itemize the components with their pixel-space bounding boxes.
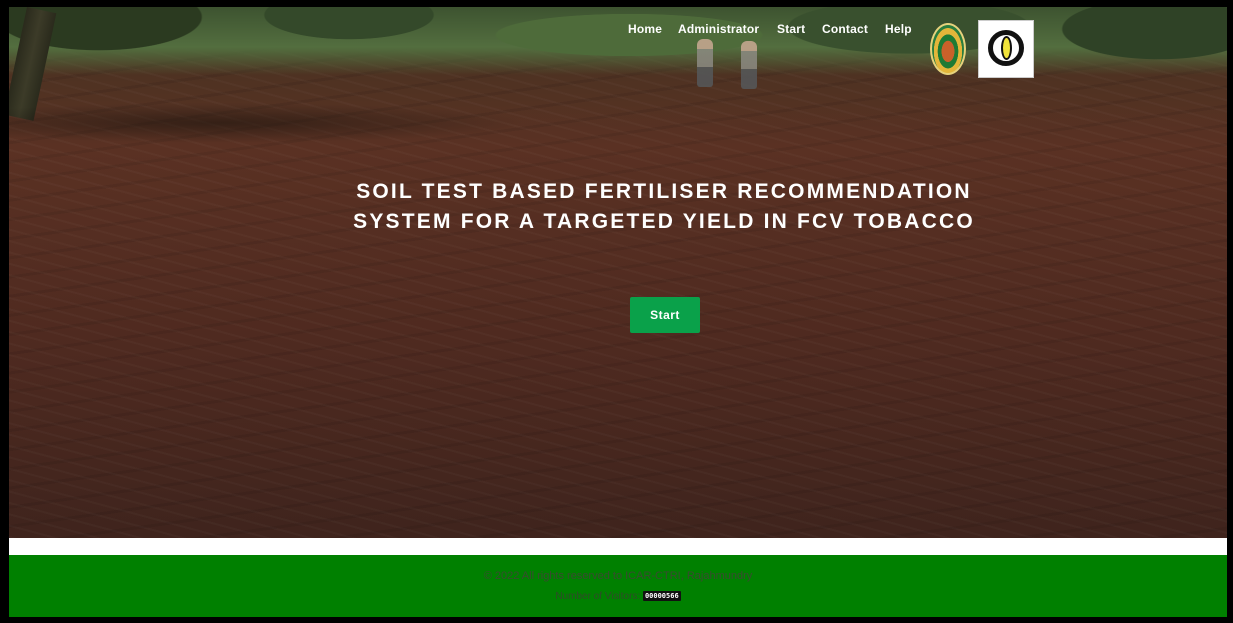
visitor-count-badge: 00000566 <box>642 591 681 602</box>
page-title-line-2: SYSTEM FOR A TARGETED YIELD IN FCV TOBAC… <box>353 210 975 233</box>
tobacco-leaf-icon <box>1001 36 1012 60</box>
top-navigation: Home Administrator Start Contact Help <box>9 21 1227 45</box>
copyright-text: © 2022 All rights reserved to ICAR-CTRI,… <box>483 570 753 582</box>
background-person <box>741 41 757 89</box>
hero-section: Home Administrator Start Contact Help SO… <box>9 7 1227 538</box>
background-tree-shadow <box>9 103 529 143</box>
page-frame: Home Administrator Start Contact Help SO… <box>9 7 1227 617</box>
nav-home-link[interactable]: Home <box>628 21 662 37</box>
visitor-counter-row: Number of Visitors: 00000566 <box>9 591 1227 602</box>
visitors-label: Number of Visitors: <box>555 591 641 602</box>
tobacco-board-logo <box>978 20 1034 78</box>
nav-start-link[interactable]: Start <box>777 21 805 37</box>
footer: © 2022 All rights reserved to ICAR-CTRI,… <box>9 555 1227 617</box>
nav-help-link[interactable]: Help <box>885 21 912 37</box>
nav-contact-link[interactable]: Contact <box>822 21 868 37</box>
nav-administrator-link[interactable]: Administrator <box>678 21 759 37</box>
background-person <box>697 39 713 87</box>
page-title: SOIL TEST BASED FERTILISER RECOMMENDATIO… <box>9 177 1227 237</box>
ctri-emblem-logo <box>930 23 966 75</box>
start-button[interactable]: Start <box>630 297 700 333</box>
page-title-line-1: SOIL TEST BASED FERTILISER RECOMMENDATIO… <box>356 180 972 203</box>
